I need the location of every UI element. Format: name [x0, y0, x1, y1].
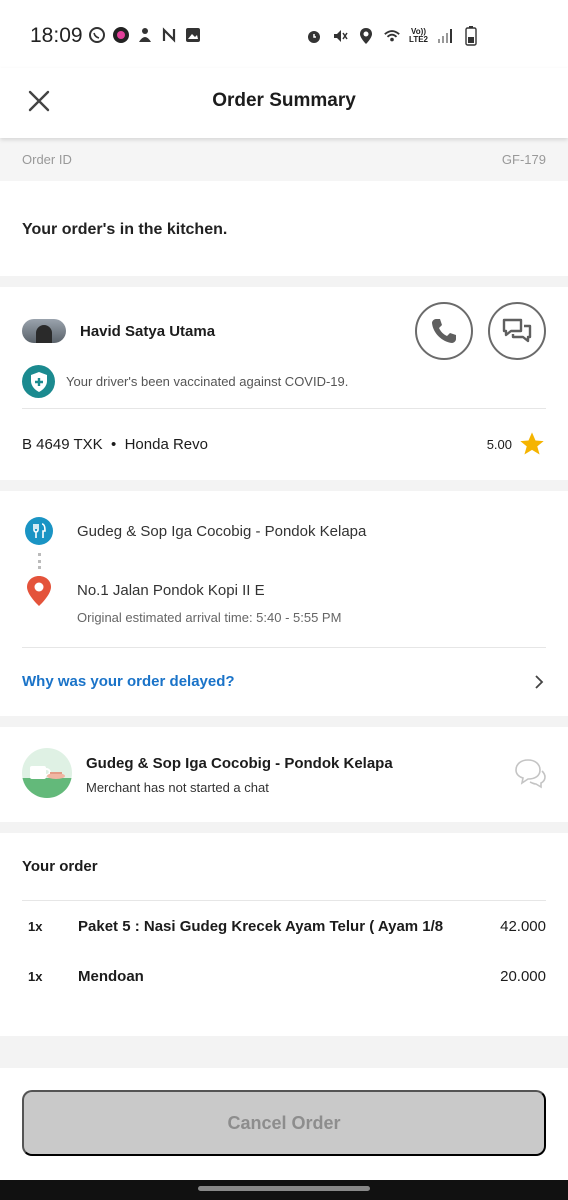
restaurant-icon: [25, 517, 53, 545]
vehicle-separator: •: [110, 435, 117, 453]
pickup-restaurant: Gudeg & Sop Iga Cocobig - Pondok Kelapa: [77, 523, 367, 540]
navigation-bar: [0, 1180, 568, 1200]
app-icon: [112, 26, 130, 44]
order-status-card: Your order's in the kitchen.: [0, 181, 568, 276]
vaccine-badge: [22, 365, 55, 398]
order-id-row: Order ID GF-179: [0, 138, 568, 181]
chevron-right-icon: [535, 674, 544, 689]
system-icons: Vo)) LTE2: [305, 26, 480, 46]
vaccine-note: Your driver's been vaccinated against CO…: [66, 374, 349, 389]
status-bar: 18:09 Vo)) LTE2: [0, 0, 568, 68]
whatsapp-icon: [88, 26, 106, 44]
status-time: 18:09: [30, 24, 83, 47]
home-gesture-handle[interactable]: [198, 1186, 370, 1191]
vehicle-model: Honda Revo: [124, 435, 208, 453]
chat-bubbles-icon: [515, 759, 546, 789]
item-price: 20.000: [500, 967, 546, 985]
merchant-chat-status: Merchant has not started a chat: [86, 780, 269, 795]
rating-value: 5.00: [486, 436, 512, 452]
merchant-name: Gudeg & Sop Iga Cocobig - Pondok Kelapa: [86, 755, 393, 772]
order-item: 1x Mendoan 20.000: [22, 951, 546, 1001]
phone-icon: [432, 319, 456, 343]
wifi-icon: [383, 27, 401, 45]
route-dots: [38, 553, 41, 569]
lte-bottom: LTE2: [409, 35, 428, 44]
chat-driver-button[interactable]: [488, 302, 546, 360]
cancel-order-button[interactable]: Cancel Order: [22, 1090, 546, 1156]
lte-indicator: Vo)) LTE2: [409, 28, 428, 44]
page-title: Order Summary: [212, 90, 356, 111]
item-quantity: 1x: [28, 918, 43, 934]
driver-rating: 5.00: [487, 430, 546, 458]
merchant-logo: [22, 748, 72, 798]
destination-address: No.1 Jalan Pondok Kopi II E: [77, 582, 265, 599]
star-icon: [520, 432, 544, 455]
notification-icon: [136, 26, 154, 44]
fork-knife-icon: [33, 523, 46, 538]
shield-icon: [30, 371, 47, 392]
item-quantity: 1x: [28, 968, 43, 984]
vehicle-row: B 4649 TXK • Honda Revo 5.00: [22, 409, 546, 479]
order-delay-link[interactable]: Why was your order delayed?: [22, 648, 546, 715]
destination-pin-icon: [25, 575, 53, 607]
vehicle-info: B 4649 TXK • Honda Revo: [22, 436, 208, 453]
bottom-action-bar: Cancel Order: [0, 1068, 568, 1180]
vehicle-plate: B 4649 TXK: [22, 435, 103, 453]
order-id-label: Order ID: [22, 152, 72, 167]
order-section-title: Your order: [22, 833, 546, 901]
eta-text: Original estimated arrival time: 5:40 - …: [77, 610, 342, 625]
nfc-icon: [160, 26, 178, 44]
battery-icon: [462, 26, 480, 46]
driver-card: Havid Satya Utama Your driver's been vac…: [0, 287, 568, 480]
chat-icon: [502, 318, 532, 343]
order-id-value: GF-179: [501, 152, 546, 167]
call-driver-button[interactable]: [415, 302, 473, 360]
app-header: Order Summary: [0, 68, 568, 138]
item-price: 42.000: [500, 917, 546, 935]
driver-avatar: [22, 319, 66, 343]
item-name: Mendoan: [78, 967, 144, 985]
order-item: 1x Paket 5 : Nasi Gudeg Krecek Ayam Telu…: [22, 901, 546, 951]
order-card: Your order 1x Paket 5 : Nasi Gudeg Krece…: [0, 833, 568, 1036]
driver-name: Havid Satya Utama: [80, 323, 216, 340]
alarm-icon: [305, 27, 323, 45]
item-name: Paket 5 : Nasi Gudeg Krecek Ayam Telur (…: [78, 917, 444, 935]
signal-icon: [436, 27, 454, 45]
location-icon: [357, 27, 375, 45]
merchant-chat-button[interactable]: [514, 757, 546, 794]
order-status-message: Your order's in the kitchen.: [22, 221, 228, 238]
gallery-icon: [184, 26, 202, 44]
delay-link-text[interactable]: Why was your order delayed?: [22, 673, 235, 690]
route-card: Gudeg & Sop Iga Cocobig - Pondok Kelapa …: [0, 491, 568, 716]
mute-icon: [331, 27, 349, 45]
merchant-card: Gudeg & Sop Iga Cocobig - Pondok Kelapa …: [0, 727, 568, 822]
notification-icons: [88, 26, 202, 44]
